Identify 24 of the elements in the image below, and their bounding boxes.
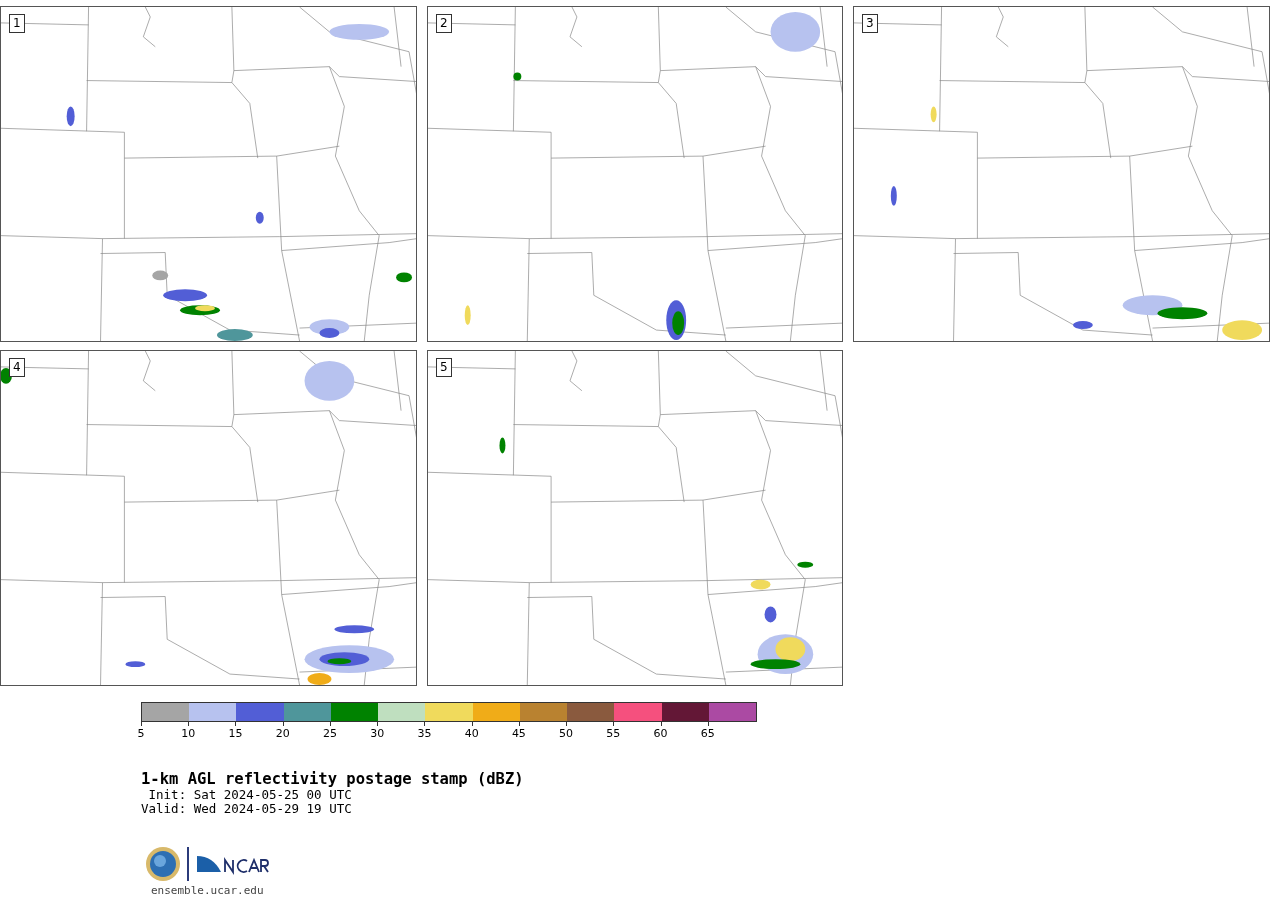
- site-address: ensemble.ucar.edu: [151, 884, 264, 897]
- tick-label: 30: [370, 727, 385, 740]
- tick-label: 15: [228, 727, 243, 740]
- panel-number: 1: [9, 14, 25, 33]
- chart-title: 1-km AGL reflectivity postage stamp (dBZ): [141, 770, 524, 788]
- tick-label: 35: [417, 727, 432, 740]
- panel-number: 3: [862, 14, 878, 33]
- tick-label: 45: [511, 727, 526, 740]
- tick-label: 20: [275, 727, 290, 740]
- tick-label: 60: [653, 727, 668, 740]
- panel-number: 5: [436, 358, 452, 377]
- init-time: Init: Sat 2024-05-25 00 UTC: [147, 788, 352, 802]
- tick-label: 10: [181, 727, 196, 740]
- tick-label: 55: [606, 727, 621, 740]
- tick-label: 50: [559, 727, 574, 740]
- tick-label: 25: [322, 727, 337, 740]
- seal-logo-icon: [145, 846, 181, 882]
- divider-line: [187, 847, 189, 881]
- tick-label: 65: [700, 727, 715, 740]
- tick-label: 5: [137, 727, 145, 740]
- panel-number: 4: [9, 358, 25, 377]
- panel-number: 2: [436, 14, 452, 33]
- tick-label: 40: [464, 727, 479, 740]
- valid-time: Valid: Wed 2024-05-29 19 UTC: [141, 802, 352, 816]
